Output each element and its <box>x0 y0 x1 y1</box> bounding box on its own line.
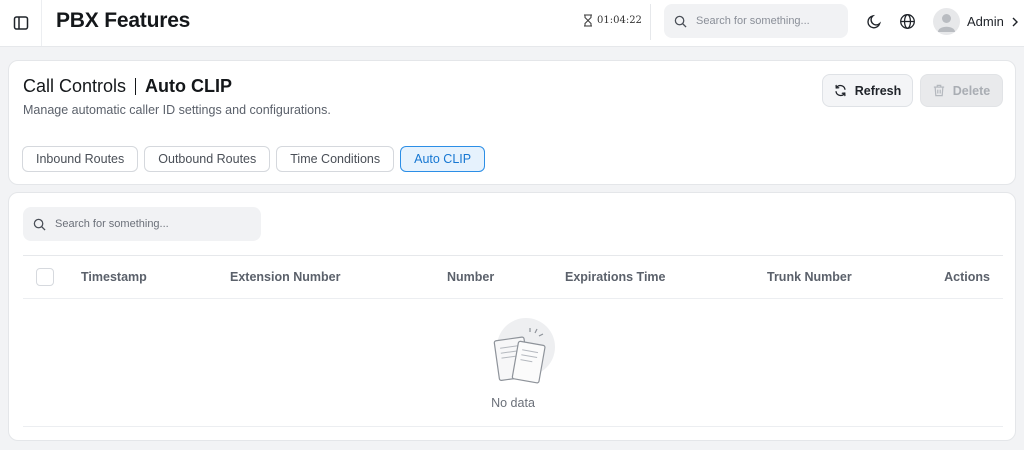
tab-auto-clip[interactable]: Auto CLIP <box>400 146 486 172</box>
page-header-card: Call Controls Auto CLIP Manage automatic… <box>8 60 1016 185</box>
globe-icon <box>899 13 915 29</box>
column-header-trunk-number[interactable]: Trunk Number <box>767 270 852 284</box>
column-header-expirations-time[interactable]: Expirations Time <box>565 270 666 284</box>
refresh-button[interactable]: Refresh <box>822 74 913 107</box>
column-header-timestamp[interactable]: Timestamp <box>81 270 147 284</box>
empty-state-text: No data <box>491 396 535 410</box>
moon-icon <box>866 14 881 28</box>
chevron-right-icon <box>1012 17 1018 26</box>
column-header-extension-number[interactable]: Extension Number <box>230 270 340 284</box>
search-icon <box>33 218 46 231</box>
delete-label: Delete <box>952 83 991 98</box>
divider <box>650 4 651 40</box>
app-title: PBX Features <box>56 9 191 32</box>
timer-value: 01:04:22 <box>597 15 642 26</box>
top-bar: PBX Features 01:04:22 Search for somethi… <box>0 0 1024 47</box>
session-timer: 01:04:22 <box>583 14 642 27</box>
select-all-checkbox[interactable] <box>36 268 54 286</box>
search-placeholder: Search for something... <box>696 15 810 27</box>
feature-tabs: Inbound Routes Outbound Routes Time Cond… <box>22 146 486 172</box>
search-icon <box>674 15 687 28</box>
delete-button[interactable]: Delete <box>920 74 1003 107</box>
avatar <box>933 8 960 35</box>
sidebar-toggle-button[interactable] <box>0 0 42 46</box>
table-header: Timestamp Extension Number Number Expira… <box>23 255 1003 299</box>
empty-documents-icon <box>493 318 555 384</box>
empty-state: No data <box>23 300 1003 427</box>
theme-toggle-button[interactable] <box>863 10 885 32</box>
hourglass-icon <box>584 14 592 27</box>
column-header-number[interactable]: Number <box>447 270 494 284</box>
trash-icon <box>933 84 944 97</box>
breadcrumb-separator <box>135 78 137 95</box>
page-subtitle: Manage automatic caller ID settings and … <box>23 103 331 117</box>
tab-inbound-routes[interactable]: Inbound Routes <box>22 146 139 172</box>
column-header-actions: Actions <box>944 270 990 284</box>
refresh-label: Refresh <box>854 83 902 98</box>
user-icon <box>938 14 955 32</box>
user-name: Admin <box>967 14 1004 29</box>
breadcrumb: Call Controls Auto CLIP <box>23 76 232 97</box>
tab-time-conditions[interactable]: Time Conditions <box>276 146 395 172</box>
breadcrumb-current: Auto CLIP <box>145 76 233 96</box>
global-search-input[interactable]: Search for something... <box>664 4 848 38</box>
table-card: Search for something... Timestamp Extens… <box>8 192 1016 441</box>
breadcrumb-parent: Call Controls <box>23 76 127 96</box>
table-search-placeholder: Search for something... <box>55 218 169 230</box>
table-search-input[interactable]: Search for something... <box>23 207 261 241</box>
sidebar-toggle-icon <box>13 16 28 30</box>
tab-outbound-routes[interactable]: Outbound Routes <box>144 146 271 172</box>
refresh-icon <box>835 84 846 97</box>
language-button[interactable] <box>896 10 918 32</box>
user-menu[interactable]: Admin <box>933 8 1019 35</box>
